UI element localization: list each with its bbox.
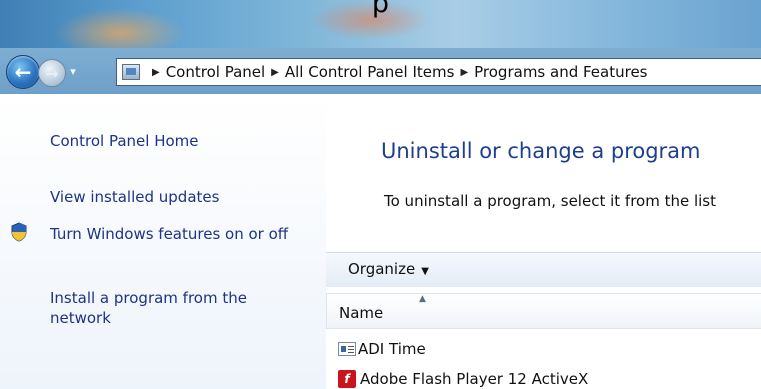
forward-arrow-icon: → <box>45 63 59 83</box>
column-header-name[interactable]: Name <box>339 304 383 322</box>
command-bar: Organize ▼ <box>326 252 761 287</box>
recent-pages-dropdown[interactable]: ▾ <box>66 64 80 78</box>
breadcrumb-separator-icon[interactable]: ▶ <box>152 67 160 78</box>
turn-windows-features-link[interactable]: Turn Windows features on or off <box>50 224 310 244</box>
page-description: To uninstall a program, select it from t… <box>384 192 717 210</box>
install-program-from-network-link[interactable]: Install a program from the network <box>50 288 310 328</box>
breadcrumb-control-panel[interactable]: Control Panel <box>166 63 265 81</box>
page-title: Uninstall or change a program <box>381 139 701 163</box>
forward-button[interactable]: → <box>38 59 66 87</box>
list-item[interactable]: ADI Time <box>338 340 426 358</box>
content-pane: Uninstall or change a program To uninsta… <box>326 94 761 389</box>
back-arrow-icon: ← <box>14 60 32 84</box>
breadcrumb-separator-icon[interactable]: ▶ <box>271 67 279 78</box>
navigation-bar: ← → ▾ ▶ Control Panel ▶ All Control Pane… <box>0 48 761 94</box>
window-title-bar: p <box>0 0 761 58</box>
breadcrumb-separator-icon[interactable]: ▶ <box>460 67 468 78</box>
flash-icon: f <box>338 370 356 388</box>
window-title: p <box>371 0 390 19</box>
breadcrumb-programs-and-features[interactable]: Programs and Features <box>474 63 647 81</box>
control-panel-home-link[interactable]: Control Panel Home <box>50 131 199 151</box>
view-installed-updates-link[interactable]: View installed updates <box>50 187 219 207</box>
sort-ascending-icon: ▲ <box>419 294 426 304</box>
breadcrumb-all-control-panel-items[interactable]: All Control Panel Items <box>285 63 455 81</box>
organize-label: Organize <box>348 260 416 278</box>
program-name: ADI Time <box>358 340 426 358</box>
program-list-header: ▲ Name <box>326 293 761 329</box>
list-item[interactable]: f Adobe Flash Player 12 ActiveX <box>338 370 588 388</box>
chevron-down-icon: ▼ <box>421 266 429 277</box>
app-window-icon <box>338 342 356 356</box>
uac-shield-icon <box>11 222 27 242</box>
back-button[interactable]: ← <box>6 55 40 89</box>
organize-menu-button[interactable]: Organize ▼ <box>348 260 429 278</box>
control-panel-folder-icon[interactable] <box>122 64 140 80</box>
task-pane: Control Panel Home View installed update… <box>0 94 326 389</box>
program-name: Adobe Flash Player 12 ActiveX <box>360 370 589 388</box>
address-bar[interactable]: ▶ Control Panel ▶ All Control Panel Item… <box>116 58 761 86</box>
